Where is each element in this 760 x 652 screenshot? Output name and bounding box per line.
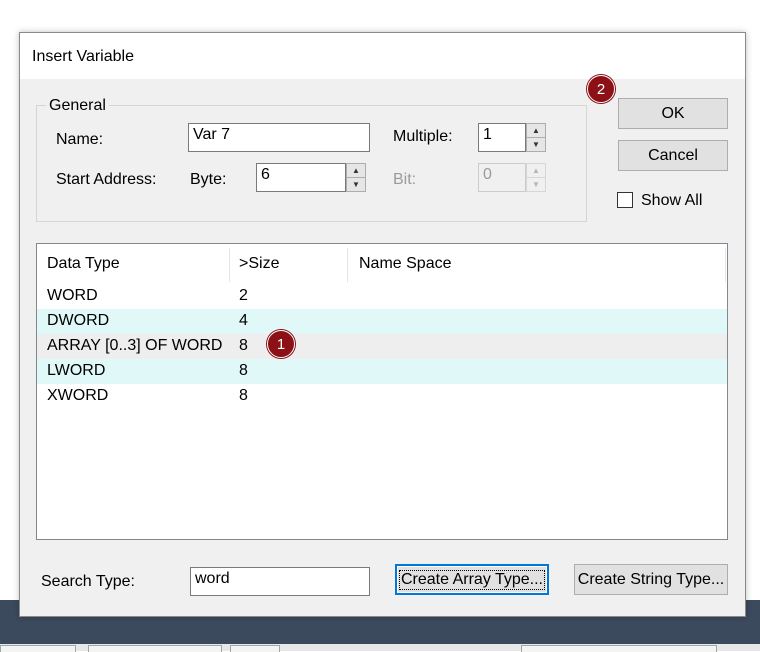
show-all-checkbox[interactable] xyxy=(617,192,633,208)
spin-down-icon[interactable]: ▼ xyxy=(527,138,545,152)
name-field[interactable]: Var 7 xyxy=(188,123,370,152)
data-type-list[interactable]: Data Type >Size Name Space WORD 2 DWORD … xyxy=(36,243,728,540)
size-cell: 8 xyxy=(239,362,248,379)
data-type-cell: XWORD xyxy=(47,387,109,404)
data-type-cell: DWORD xyxy=(47,312,110,329)
list-row[interactable]: LWORD 8 xyxy=(37,359,727,384)
start-address-label: Start Address: xyxy=(56,171,157,188)
list-header: Data Type >Size Name Space xyxy=(37,244,727,284)
spin-up-icon[interactable]: ▲ xyxy=(347,164,365,178)
column-header-data-type[interactable]: Data Type xyxy=(37,244,229,284)
byte-field[interactable]: 6 xyxy=(256,163,346,192)
title-bar: Insert Variable xyxy=(20,33,745,79)
byte-label: Byte: xyxy=(190,171,227,188)
spin-down-icon: ▼ xyxy=(532,179,540,189)
size-cell: 8 xyxy=(239,387,248,404)
size-cell: 8 xyxy=(239,337,248,354)
column-header-size[interactable]: >Size xyxy=(229,244,347,284)
data-type-cell: ARRAY [0..3] OF WORD xyxy=(47,337,223,354)
annotation-badge-1: 1 xyxy=(267,330,295,358)
cancel-button-label: Cancel xyxy=(648,146,698,164)
multiple-label: Multiple: xyxy=(393,128,453,145)
spin-up-icon: ▲ xyxy=(527,164,545,178)
search-type-label: Search Type: xyxy=(41,573,135,590)
list-row-selected[interactable]: ARRAY [0..3] OF WORD 8 xyxy=(37,334,727,359)
bit-spinner: ▲ ▼ xyxy=(526,163,546,192)
search-type-field[interactable]: word xyxy=(190,567,370,596)
column-divider[interactable] xyxy=(347,248,348,282)
list-row[interactable]: DWORD 4 xyxy=(37,309,727,334)
cancel-button[interactable]: Cancel xyxy=(618,140,728,171)
dialog-title: Insert Variable xyxy=(32,48,134,65)
multiple-field[interactable]: 1 xyxy=(478,123,526,152)
size-cell: 4 xyxy=(239,312,248,329)
byte-spinner[interactable]: ▲ ▼ xyxy=(346,163,366,192)
insert-variable-dialog: Insert Variable General Name: Var 7 Mult… xyxy=(19,32,746,617)
list-row[interactable]: WORD 2 xyxy=(37,284,727,309)
column-header-name-space[interactable]: Name Space xyxy=(349,244,725,284)
bit-field: 0 xyxy=(478,163,526,192)
create-array-type-label: Create Array Type... xyxy=(399,569,545,590)
ok-button-label: OK xyxy=(661,104,685,122)
create-string-type-label: Create String Type... xyxy=(577,570,725,588)
annotation-badge-2: 2 xyxy=(587,75,615,103)
spin-down-icon[interactable]: ▼ xyxy=(347,178,365,192)
multiple-spinner[interactable]: ▲ ▼ xyxy=(526,123,546,152)
create-string-type-button[interactable]: Create String Type... xyxy=(574,564,728,595)
spin-up-icon[interactable]: ▲ xyxy=(527,124,545,138)
name-label: Name: xyxy=(56,131,104,148)
general-group-legend: General xyxy=(46,97,109,115)
data-type-cell: WORD xyxy=(47,287,98,304)
show-all-label[interactable]: Show All xyxy=(641,192,702,210)
ok-button[interactable]: OK xyxy=(618,98,728,129)
bit-label: Bit: xyxy=(393,171,417,188)
size-cell: 2 xyxy=(239,287,248,304)
create-array-type-button[interactable]: Create Array Type... xyxy=(395,564,549,595)
list-row[interactable]: XWORD 8 xyxy=(37,384,727,409)
data-type-cell: LWORD xyxy=(47,362,106,379)
column-divider[interactable] xyxy=(725,248,726,282)
